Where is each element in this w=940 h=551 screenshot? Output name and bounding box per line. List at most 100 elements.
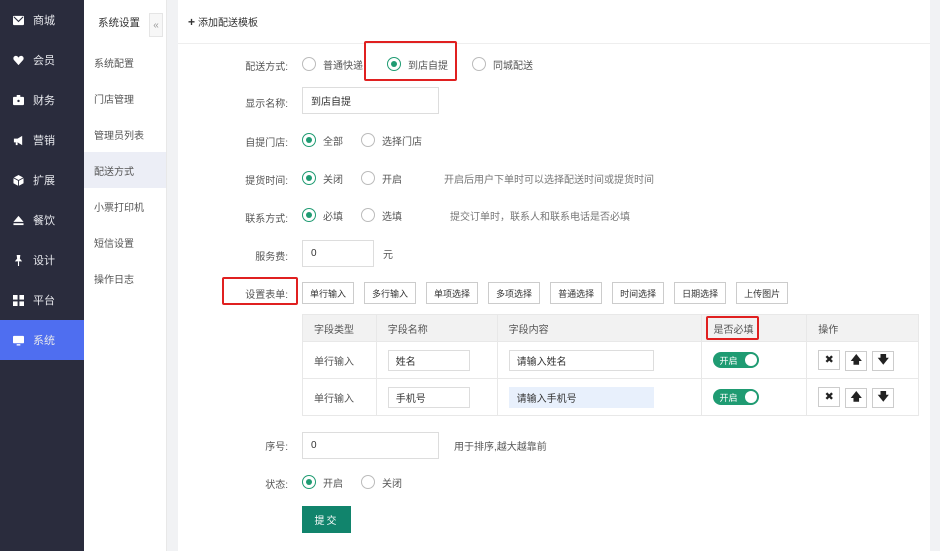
add-select-button[interactable]: 普通选择 xyxy=(550,282,603,304)
nav-item-mall[interactable]: 商城 xyxy=(0,0,84,40)
sort-hint: 用于排序,越大越靠前 xyxy=(454,441,547,453)
arrow-up-icon[interactable]: 🡅 xyxy=(845,387,868,408)
contact-hint: 提交订单时，联系人和联系电话是否必填 xyxy=(450,211,630,223)
fee-label: 服务费: xyxy=(255,252,288,263)
sort-label: 序号: xyxy=(265,442,288,453)
column-header: 字段名称 xyxy=(375,314,498,342)
contact-label: 联系方式: xyxy=(245,214,288,225)
field-content-input[interactable]: 请输入手机号 xyxy=(508,386,654,408)
arrow-up-icon[interactable]: 🡅 xyxy=(845,350,868,371)
submenu-title: 系统设置 xyxy=(98,16,140,29)
grid-icon xyxy=(12,294,24,306)
field-type-cell: 单行输入 xyxy=(302,378,377,416)
nav-label: 财务 xyxy=(33,95,55,107)
radio-pickup-time-on[interactable]: 开启 xyxy=(361,171,402,186)
sort-input[interactable]: 0 xyxy=(302,431,439,459)
plus-icon: + xyxy=(188,14,196,29)
nav-label: 营销 xyxy=(33,135,55,147)
column-header: 字段类型 xyxy=(302,314,377,342)
arrow-down-icon[interactable]: 🡇 xyxy=(872,350,895,371)
fee-row: 0 元 xyxy=(302,238,393,268)
pin-icon xyxy=(12,254,24,266)
nav-item-member[interactable]: 会员 xyxy=(0,40,84,80)
pickup-store-label: 自提门店: xyxy=(245,138,288,149)
nav-label: 系统 xyxy=(33,335,55,347)
radio-all-stores[interactable]: 全部 xyxy=(302,133,343,148)
collapse-icon[interactable]: « xyxy=(149,13,163,37)
arrow-down-icon[interactable]: 🡇 xyxy=(872,387,895,408)
add-image-upload-button[interactable]: 上传图片 xyxy=(736,282,789,304)
fee-input[interactable]: 0 xyxy=(302,239,374,267)
required-toggle[interactable]: 开启 xyxy=(713,389,760,405)
radio-contact-optional[interactable]: 选填 xyxy=(361,208,402,223)
radio-express[interactable]: 普通快递 xyxy=(302,57,363,72)
nav-item-platform[interactable]: 平台 xyxy=(0,280,84,320)
submenu-item-sms-settings[interactable]: 短信设置 xyxy=(84,224,166,260)
radio-status-off[interactable]: 关闭 xyxy=(361,475,402,490)
delete-icon[interactable]: ✖ xyxy=(818,349,841,370)
nav-item-design[interactable]: 设计 xyxy=(0,240,84,280)
add-date-picker-button[interactable]: 日期选择 xyxy=(674,282,727,304)
submenu-item-system-config[interactable]: 系统配置 xyxy=(84,44,166,80)
submenu-item-receipt-printer[interactable]: 小票打印机 xyxy=(84,188,166,224)
megaphone-icon xyxy=(12,134,24,146)
required-toggle[interactable]: 开启 xyxy=(713,352,760,368)
fee-unit: 元 xyxy=(383,249,393,261)
table-row: 单行输入 姓名 请输入姓名 开启 ✖ 🡅 🡇 xyxy=(302,341,919,379)
add-multi-choice-button[interactable]: 多项选择 xyxy=(488,282,541,304)
display-name-label: 显示名称: xyxy=(245,99,288,110)
nav-label: 平台 xyxy=(33,295,55,307)
nav-label: 餐饮 xyxy=(33,215,55,227)
nav-item-marketing[interactable]: 营销 xyxy=(0,120,84,160)
cube-icon xyxy=(12,174,24,186)
radio-contact-required[interactable]: 必填 xyxy=(302,208,343,223)
column-header: 字段内容 xyxy=(496,314,703,342)
status-label: 状态: xyxy=(265,480,288,491)
add-single-line-button[interactable]: 单行输入 xyxy=(302,282,355,304)
form-fields-table: 字段类型 字段名称 字段内容 是否必填 操作 单行输入 姓名 请输入姓名 开启 … xyxy=(302,314,919,416)
monitor-icon xyxy=(12,334,24,346)
delete-icon[interactable]: ✖ xyxy=(818,386,841,407)
contact-radio-group: 必填 选填 提交订单时，联系人和联系电话是否必填 xyxy=(302,200,630,230)
nav-item-extension[interactable]: 扩展 xyxy=(0,160,84,200)
field-type-buttons: 单行输入 多行输入 单项选择 多项选择 普通选择 时间选择 日期选择 上传图片 xyxy=(302,278,798,308)
radio-pickup-time-off[interactable]: 关闭 xyxy=(302,171,343,186)
nav-item-system[interactable]: 系统 xyxy=(0,320,84,360)
nav-label: 扩展 xyxy=(33,175,55,187)
submenu-item-delivery-method[interactable]: 配送方式 xyxy=(84,152,166,188)
add-template-link[interactable]: + 添加配送模板 xyxy=(178,0,930,44)
nav-item-catering[interactable]: 餐饮 xyxy=(0,200,84,240)
wallet-icon xyxy=(12,94,24,106)
radio-same-city[interactable]: 同城配送 xyxy=(472,57,533,72)
add-single-choice-button[interactable]: 单项选择 xyxy=(426,282,479,304)
submit-button[interactable]: 提交 xyxy=(302,506,351,533)
submenu-item-operation-log[interactable]: 操作日志 xyxy=(84,260,166,296)
radio-select-store[interactable]: 选择门店 xyxy=(361,133,422,148)
envelope-icon xyxy=(12,14,24,26)
add-template-label: 添加配送模板 xyxy=(198,18,259,29)
highlight-box xyxy=(364,41,457,81)
field-content-input[interactable]: 请输入姓名 xyxy=(508,349,654,371)
submenu-item-admin-list[interactable]: 管理员列表 xyxy=(84,116,166,152)
highlight-box xyxy=(222,277,298,305)
submenu: 系统设置 « 系统配置 门店管理 管理员列表 配送方式 小票打印机 短信设置 操… xyxy=(84,0,167,551)
column-header: 操作 xyxy=(806,314,919,342)
field-name-input[interactable]: 姓名 xyxy=(387,349,470,371)
eject-icon xyxy=(12,214,24,226)
add-time-picker-button[interactable]: 时间选择 xyxy=(612,282,665,304)
display-name-input[interactable]: 到店自提 xyxy=(302,87,439,114)
sort-row: 0 用于排序,越大越靠前 xyxy=(302,430,547,460)
nav-label: 会员 xyxy=(33,55,55,67)
radio-status-on[interactable]: 开启 xyxy=(302,475,343,490)
status-radio-group: 开启 关闭 xyxy=(302,467,416,497)
nav-label: 设计 xyxy=(33,255,55,267)
add-multi-line-button[interactable]: 多行输入 xyxy=(364,282,417,304)
nav-item-finance[interactable]: 财务 xyxy=(0,80,84,120)
pickup-time-hint: 开启后用户下单时可以选择配送时间或提货时间 xyxy=(444,174,654,186)
heart-icon xyxy=(12,54,24,66)
table-row: 单行输入 手机号 请输入手机号 开启 ✖ 🡅 🡇 xyxy=(302,378,919,416)
pickup-store-radio-group: 全部 选择门店 xyxy=(302,125,436,155)
field-name-input[interactable]: 手机号 xyxy=(387,386,470,408)
pickup-time-label: 提货时间: xyxy=(245,176,288,187)
submenu-item-store-management[interactable]: 门店管理 xyxy=(84,80,166,116)
